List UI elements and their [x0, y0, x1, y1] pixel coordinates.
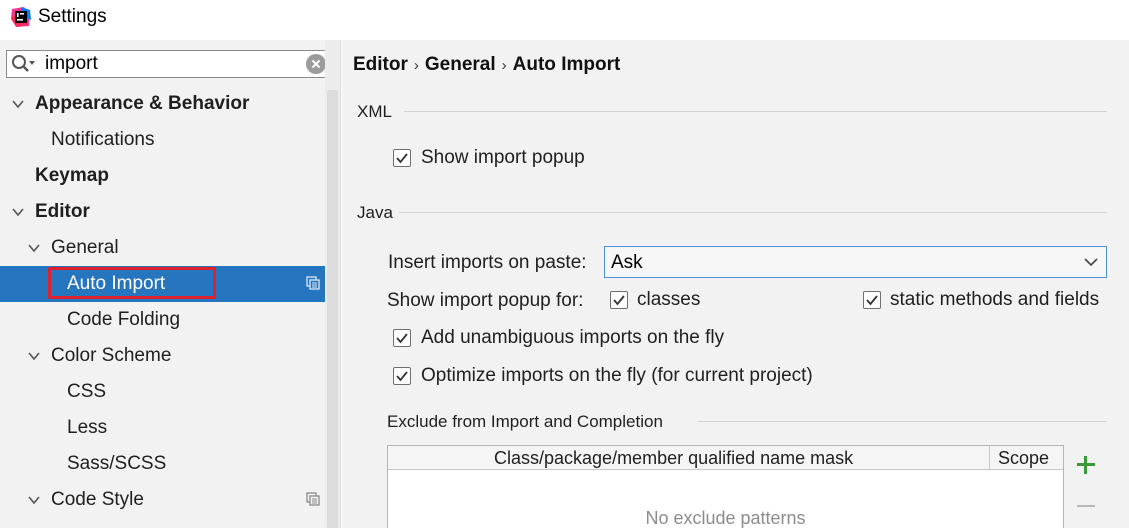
sidebar-item-label: Keymap — [35, 165, 109, 186]
sidebar-item-notifications[interactable]: Notifications — [0, 122, 326, 158]
sidebar-item-auto-import[interactable]: Auto Import — [0, 266, 326, 302]
section-divider — [399, 212, 1107, 213]
checkmark-icon — [396, 371, 408, 382]
sidebar-scrollbar[interactable] — [325, 40, 340, 528]
clear-icon[interactable] — [306, 54, 326, 74]
intellij-icon — [11, 7, 31, 27]
minus-icon[interactable] — [1075, 496, 1097, 518]
checkmark-icon — [866, 295, 878, 306]
search-input[interactable] — [45, 53, 295, 75]
sidebar-item-label: Color Scheme — [51, 345, 172, 366]
project-settings-icon — [306, 492, 320, 506]
sidebar-item-editor[interactable]: Editor — [0, 194, 326, 230]
settings-content: Editor › General › Auto Import XML Show impo… — [342, 40, 1129, 528]
chevron-down-icon[interactable] — [27, 493, 41, 507]
sidebar-item-less[interactable]: Less — [0, 410, 326, 446]
exclude-table[interactable]: Class/package/member qualified name mask… — [387, 445, 1064, 528]
classes-checkbox[interactable] — [610, 291, 628, 309]
section-title-exclude: Exclude from Import and Completion — [387, 412, 663, 431]
select-value: Ask — [611, 252, 643, 273]
chevron-down-icon[interactable] — [27, 349, 41, 363]
settings-sidebar: Appearance & Behavior Notifications Keym… — [0, 40, 341, 528]
window-title: Settings — [38, 6, 107, 27]
title-bar: Settings — [0, 0, 1129, 40]
breadcrumb-item: Auto Import — [512, 54, 621, 75]
sidebar-item-general[interactable]: General — [0, 230, 326, 266]
checkmark-icon — [396, 333, 408, 344]
breadcrumb-item: General — [424, 54, 496, 75]
sidebar-item-label: Appearance & Behavior — [35, 93, 250, 114]
insert-imports-select[interactable]: Ask — [604, 246, 1107, 278]
sidebar-item-code-style[interactable]: Code Style — [0, 482, 326, 518]
static-methods-label[interactable]: static methods and fields — [890, 289, 1099, 311]
classes-label[interactable]: classes — [637, 289, 700, 311]
optimize-imports-label[interactable]: Optimize imports on the fly (for current… — [421, 365, 813, 387]
project-settings-icon — [306, 276, 320, 290]
sidebar-item-label: Sass/SCSS — [67, 453, 167, 474]
sidebar-item-label: CSS — [67, 381, 107, 402]
sidebar-item-appearance-behavior[interactable]: Appearance & Behavior — [0, 86, 326, 122]
section-title-java: Java — [357, 203, 393, 222]
breadcrumb: Editor › General › Auto Import — [353, 54, 620, 76]
search-icon[interactable] — [11, 54, 37, 74]
section-title-xml: XML — [357, 102, 392, 121]
breadcrumb-separator: › — [501, 57, 507, 74]
table-header: Class/package/member qualified name mask… — [388, 446, 1063, 470]
search-box[interactable] — [6, 50, 332, 78]
sidebar-item-color-scheme[interactable]: Color Scheme — [0, 338, 326, 374]
breadcrumb-item: Editor — [353, 54, 408, 75]
checkmark-icon — [396, 153, 408, 164]
static-methods-checkbox[interactable] — [863, 291, 881, 309]
sidebar-item-sass-scss[interactable]: Sass/SCSS — [0, 446, 326, 482]
section-divider — [404, 111, 1107, 112]
empty-table-text: No exclude patterns — [645, 508, 806, 528]
sidebar-item-label: Editor — [35, 201, 90, 222]
optimize-imports-checkbox[interactable] — [393, 367, 411, 385]
plus-icon[interactable] — [1075, 454, 1097, 476]
sidebar-item-label: Notifications — [51, 129, 155, 150]
scrollbar-thumb[interactable] — [327, 90, 338, 528]
sidebar-item-keymap[interactable]: Keymap — [0, 158, 326, 194]
chevron-down-icon[interactable] — [11, 97, 25, 111]
add-unambiguous-label[interactable]: Add unambiguous imports on the fly — [421, 327, 724, 349]
sidebar-item-code-folding[interactable]: Code Folding — [0, 302, 326, 338]
checkmark-icon — [613, 295, 625, 306]
sidebar-item-label: Auto Import — [67, 273, 166, 294]
sidebar-item-label: Code Folding — [67, 309, 181, 330]
show-import-popup-checkbox[interactable] — [393, 149, 411, 167]
sidebar-item-css[interactable]: CSS — [0, 374, 326, 410]
sidebar-item-label: Less — [67, 417, 108, 438]
insert-imports-label: Insert imports on paste: — [388, 252, 587, 273]
chevron-down-icon[interactable] — [27, 241, 41, 255]
sidebar-item-label: General — [51, 237, 119, 258]
add-unambiguous-checkbox[interactable] — [393, 329, 411, 347]
breadcrumb-separator: › — [413, 57, 419, 74]
chevron-down-icon[interactable] — [11, 205, 25, 219]
section-divider — [698, 421, 1107, 422]
show-import-popup-label[interactable]: Show import popup — [421, 147, 585, 169]
column-header-scope[interactable]: Scope — [998, 448, 1049, 469]
show-popup-for-label: Show import popup for: — [387, 290, 584, 311]
sidebar-item-label: Code Style — [51, 489, 144, 510]
column-divider[interactable] — [989, 446, 990, 470]
column-header-mask[interactable]: Class/package/member qualified name mask — [494, 448, 853, 469]
chevron-down-icon[interactable] — [1084, 256, 1098, 268]
